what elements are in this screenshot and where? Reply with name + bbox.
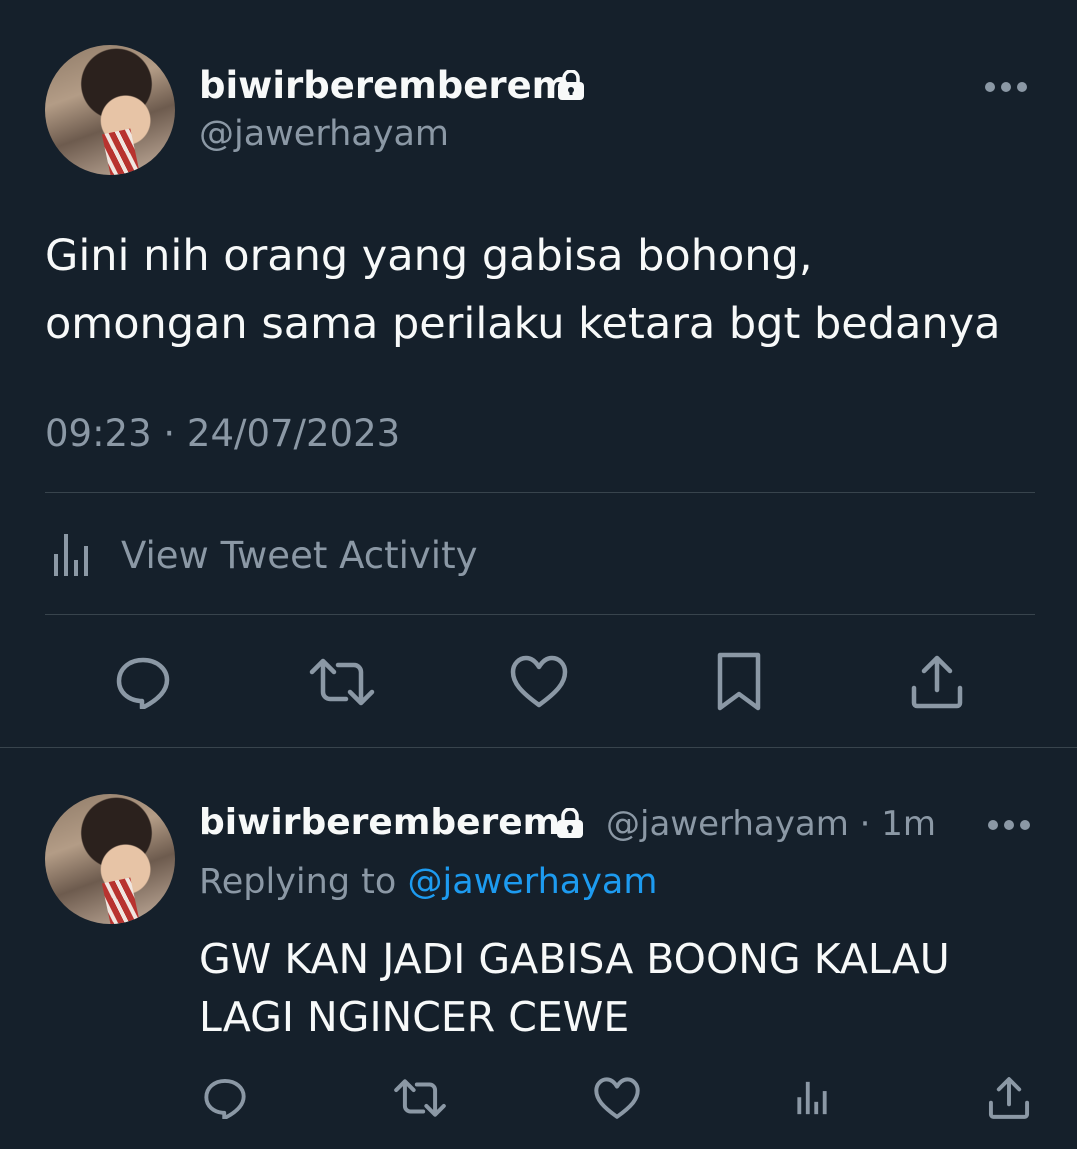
author-handle[interactable]: @jawerhayam <box>199 114 449 154</box>
like-icon <box>510 655 568 708</box>
share-icon <box>988 1077 1030 1119</box>
analytics-icon <box>54 534 88 576</box>
tweet-text-line: GW KAN JADI GABISA BOONG KALAU <box>199 935 950 983</box>
lock-icon <box>557 808 583 838</box>
reply-button[interactable] <box>113 652 173 712</box>
like-button[interactable] <box>592 1074 642 1122</box>
retweet-button[interactable] <box>308 652 376 712</box>
divider <box>45 492 1035 493</box>
lock-icon <box>558 70 584 100</box>
main-tweet: biwirberemberem @jawerhayam Gini nih ora… <box>0 0 1077 748</box>
tweet-text-line: Gini nih orang yang gabisa bohong, <box>45 231 813 281</box>
reply-button[interactable] <box>200 1074 250 1122</box>
separator: · <box>859 804 871 844</box>
tweet-timestamp[interactable]: 09:23 · 24/07/2023 <box>45 412 400 455</box>
activity-label: View Tweet Activity <box>121 533 478 577</box>
view-tweet-activity-button[interactable]: View Tweet Activity <box>45 532 477 578</box>
share-button[interactable] <box>984 1074 1034 1122</box>
reply-icon <box>204 1078 246 1119</box>
retweet-button[interactable] <box>392 1074 448 1122</box>
like-button[interactable] <box>508 652 570 712</box>
author-handle[interactable]: @jawerhayam <box>606 804 849 844</box>
bookmark-button[interactable] <box>712 652 766 712</box>
analytics-icon <box>797 1081 827 1115</box>
reply-icon <box>116 657 170 709</box>
replying-to-label: Replying to <box>199 862 397 902</box>
share-icon <box>911 655 963 709</box>
replying-to-mention[interactable]: @jawerhayam <box>407 862 657 902</box>
tweet-text-line: LAGI NGINCER CEWE <box>199 993 630 1041</box>
author-handle-time: @jawerhayam · 1m <box>606 804 936 844</box>
author-name[interactable]: biwirberemberem <box>199 802 560 843</box>
replying-to: Replying to @jawerhayam <box>199 862 657 902</box>
tweet-detail-page: biwirberemberem @jawerhayam Gini nih ora… <box>0 0 1077 1149</box>
author-name[interactable]: biwirberemberem <box>199 64 570 107</box>
retweet-icon <box>394 1079 446 1117</box>
tweet-text: Gini nih orang yang gabisa bohong, omong… <box>45 222 1045 358</box>
more-horizontal-icon[interactable] <box>985 82 1027 92</box>
share-button[interactable] <box>906 652 968 712</box>
like-icon <box>594 1076 640 1119</box>
avatar[interactable] <box>45 45 175 175</box>
avatar[interactable] <box>45 794 175 924</box>
tweet-text-line: omongan sama perilaku ketara bgt bedanya <box>45 299 1001 349</box>
more-horizontal-icon[interactable] <box>988 820 1030 830</box>
tweet-time[interactable]: 1m <box>881 804 936 844</box>
divider <box>45 614 1035 615</box>
views-button[interactable] <box>790 1074 834 1122</box>
tweet-text: GW KAN JADI GABISA BOONG KALAU LAGI NGIN… <box>199 930 1039 1046</box>
retweet-icon <box>309 658 375 706</box>
bookmark-icon <box>717 652 761 711</box>
